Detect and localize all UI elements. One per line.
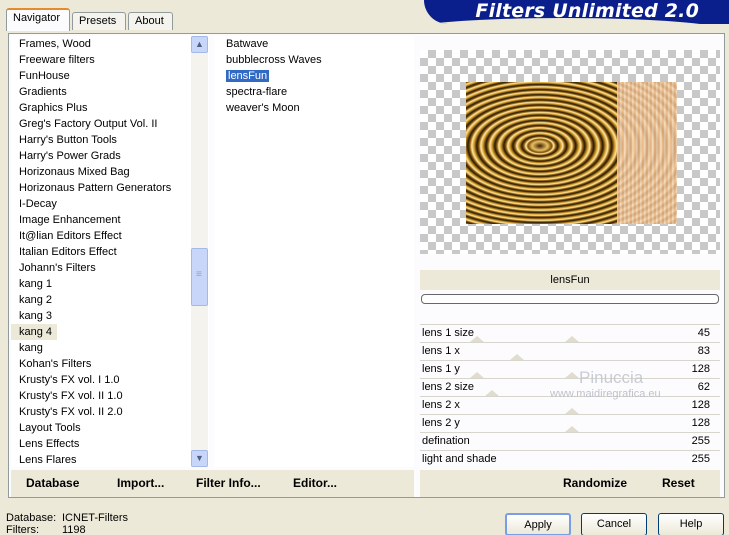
tab-about[interactable]: About xyxy=(128,12,173,30)
scroll-thumb[interactable] xyxy=(191,248,208,306)
filter-info-button[interactable]: Filter Info... xyxy=(196,476,261,490)
param-value: 128 xyxy=(691,399,710,411)
preview-area xyxy=(420,50,720,254)
param-slider-row[interactable]: defination 255 xyxy=(420,432,720,450)
app-title: Filters Unlimited 2.0 xyxy=(475,0,699,22)
help-button[interactable]: Help xyxy=(658,513,724,535)
watermark-name: Pinuccia xyxy=(579,368,644,387)
category-item[interactable]: It@lian Editors Effect xyxy=(11,228,209,244)
filter-item-label: weaver's Moon xyxy=(226,102,300,114)
tab-presets[interactable]: Presets xyxy=(72,12,126,30)
category-item[interactable]: kang 1 xyxy=(11,276,209,292)
param-label: lens 2 size xyxy=(422,381,474,393)
param-slider-row[interactable]: lens 1 size 45 xyxy=(420,324,720,342)
filter-item-label: bubblecross Waves xyxy=(226,54,322,66)
category-item[interactable]: Image Enhancement xyxy=(11,212,209,228)
randomize-button[interactable]: Randomize xyxy=(563,476,627,490)
filter-list[interactable]: Batwave bubblecross Waves lensFun spectra-f… xyxy=(214,36,414,467)
database-value: ICNET-Filters xyxy=(62,512,128,524)
param-value: 128 xyxy=(691,363,710,375)
param-label: light and shade xyxy=(422,453,497,465)
navigator-panel: Frames, Wood Freeware filters FunHouse Grad… xyxy=(8,33,725,498)
import-button[interactable]: Import... xyxy=(117,476,164,490)
param-slider-row[interactable]: lens 1 y 128 xyxy=(420,360,720,378)
right-button-bar: Randomize Reset xyxy=(420,470,720,497)
cancel-button[interactable]: Cancel xyxy=(581,513,647,535)
param-value: 255 xyxy=(691,453,710,465)
category-item[interactable]: Graphics Plus xyxy=(11,100,209,116)
filter-item-label: Batwave xyxy=(226,38,269,50)
category-item[interactable]: kang xyxy=(11,340,209,356)
category-item[interactable]: Kohan's Filters xyxy=(11,356,209,372)
filter-item[interactable]: spectra-flare xyxy=(214,84,414,100)
category-item[interactable]: Freeware filters xyxy=(11,52,209,68)
status-info: Database: ICNET-Filters Filters: 1198 xyxy=(6,512,128,535)
category-item[interactable]: Gradients xyxy=(11,84,209,100)
category-item[interactable]: Horizonaus Mixed Bag xyxy=(11,164,209,180)
category-item[interactable]: FunHouse xyxy=(11,68,209,84)
param-value: 128 xyxy=(691,417,710,429)
param-slider-row[interactable]: lens 2 y 128 xyxy=(420,414,720,432)
filter-item[interactable]: bubblecross Waves xyxy=(214,52,414,68)
category-item[interactable]: Layout Tools xyxy=(11,420,209,436)
progress-bar xyxy=(421,294,719,304)
category-item[interactable]: kang 4 xyxy=(11,324,57,340)
category-item[interactable]: Harry's Button Tools xyxy=(11,132,209,148)
left-button-bar: Database Import... Filter Info... Editor… xyxy=(11,470,414,497)
param-slider-row[interactable]: lens 1 x 83 xyxy=(420,342,720,360)
filters-label: Filters: xyxy=(6,524,39,535)
category-item[interactable]: Greg's Factory Output Vol. II xyxy=(11,116,209,132)
param-value: 83 xyxy=(697,345,710,357)
param-value: 62 xyxy=(697,381,710,393)
category-item[interactable]: Krusty's FX vol. II 2.0 xyxy=(11,404,209,420)
category-item[interactable]: Lens Flares xyxy=(11,452,209,467)
category-item[interactable]: Italian Editors Effect xyxy=(11,244,209,260)
category-item[interactable]: Krusty's FX vol. I 1.0 xyxy=(11,372,209,388)
editor-button[interactable]: Editor... xyxy=(293,476,337,490)
category-item[interactable]: Lens Effects xyxy=(11,436,209,452)
category-item[interactable]: Johann's Filters xyxy=(11,260,209,276)
category-list[interactable]: Frames, Wood Freeware filters FunHouse Grad… xyxy=(11,36,209,467)
param-value: 45 xyxy=(697,327,710,339)
param-label: lens 2 y xyxy=(422,417,460,429)
category-item[interactable]: kang 2 xyxy=(11,292,209,308)
category-item[interactable]: Horizonaus Pattern Generators xyxy=(11,180,209,196)
title-banner: Filters Unlimited 2.0 xyxy=(424,0,729,24)
param-value: 255 xyxy=(691,435,710,447)
category-item[interactable]: Krusty's FX vol. II 1.0 xyxy=(11,388,209,404)
database-label: Database: xyxy=(6,512,57,524)
filter-item[interactable]: Batwave xyxy=(214,36,414,52)
param-label: lens 1 x xyxy=(422,345,460,357)
tab-navigator[interactable]: Navigator xyxy=(6,8,70,31)
filter-item-label: lensFun xyxy=(226,70,270,82)
scroll-up-button[interactable]: ▲ xyxy=(191,36,208,53)
database-button[interactable]: Database xyxy=(26,476,79,490)
param-label: lens 1 y xyxy=(422,363,460,375)
reset-button[interactable]: Reset xyxy=(662,476,695,490)
category-item[interactable]: Frames, Wood xyxy=(11,36,209,52)
category-scrollbar[interactable]: ▲ ▼ xyxy=(191,36,208,467)
category-item[interactable]: kang 3 xyxy=(11,308,209,324)
param-label: lens 1 size xyxy=(422,327,474,339)
filter-item[interactable]: lensFun xyxy=(214,68,414,84)
apply-button[interactable]: Apply xyxy=(505,513,571,535)
category-item[interactable]: I-Decay xyxy=(11,196,209,212)
filter-item[interactable]: weaver's Moon xyxy=(214,100,414,116)
param-slider-row[interactable]: light and shade 255 xyxy=(420,450,720,468)
category-item[interactable]: Harry's Power Grads xyxy=(11,148,209,164)
preview-image xyxy=(466,82,677,224)
filter-name-label: lensFun xyxy=(420,270,720,290)
filters-count: 1198 xyxy=(62,524,86,535)
param-label: defination xyxy=(422,435,470,447)
watermark-url: www.maidiregrafica.eu xyxy=(550,388,661,400)
scroll-down-button[interactable]: ▼ xyxy=(191,450,208,467)
filter-item-label: spectra-flare xyxy=(226,86,288,98)
param-label: lens 2 x xyxy=(422,399,460,411)
